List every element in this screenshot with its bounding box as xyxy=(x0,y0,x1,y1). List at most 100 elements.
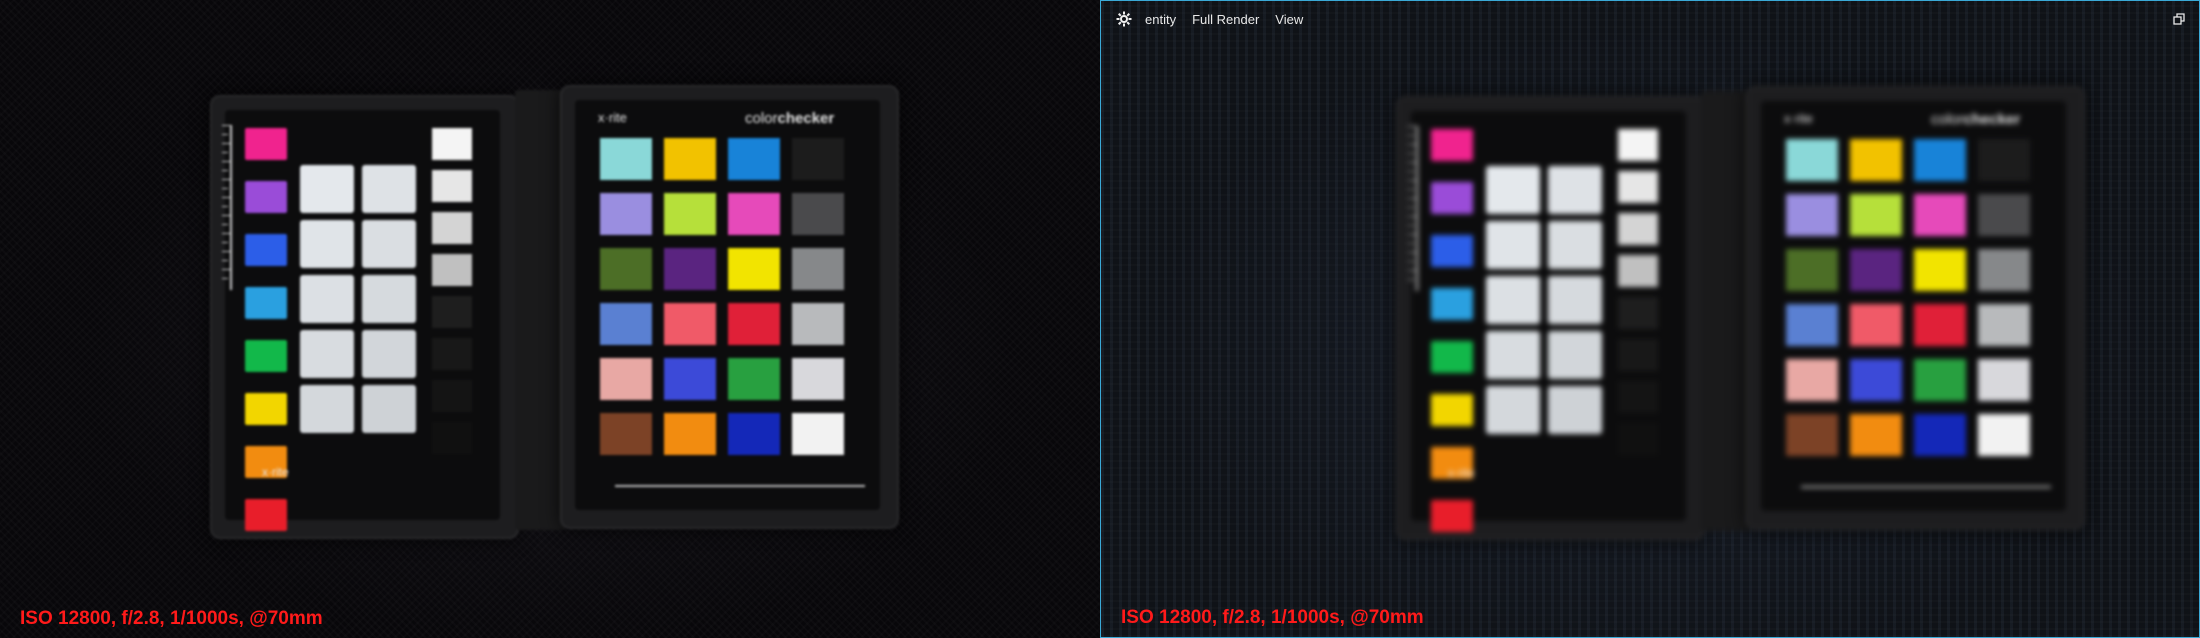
side-swatch xyxy=(245,128,287,160)
color-patch xyxy=(1978,304,2030,346)
white-step-patch xyxy=(1618,129,1658,161)
white-step-patch xyxy=(432,170,472,202)
color-patch xyxy=(1978,139,2030,181)
ruler-tick xyxy=(1408,171,1414,172)
ruler-tick xyxy=(222,179,232,180)
ruler-tick xyxy=(1408,225,1414,226)
logo-light-text: color xyxy=(1931,111,1964,128)
color-patch xyxy=(1914,194,1966,236)
side-swatch xyxy=(1431,500,1473,532)
white-step-patch xyxy=(1618,423,1658,455)
white-balance-tile xyxy=(362,220,416,268)
color-patch xyxy=(1978,194,2030,236)
color-patch xyxy=(1850,194,1902,236)
ruler-tick xyxy=(1408,198,1418,199)
side-swatch xyxy=(245,340,287,372)
white-balance-tile xyxy=(1486,166,1540,214)
color-patch xyxy=(792,413,844,455)
render-viewport-panel[interactable]: x·rite colorchecker x·rite entity Full Ren… xyxy=(1100,0,2200,638)
color-patch xyxy=(600,248,652,290)
white-balance-tile xyxy=(362,330,416,378)
side-swatch xyxy=(245,287,287,319)
ruler-tick xyxy=(222,278,228,279)
ruler-tick xyxy=(1408,162,1418,163)
color-patch xyxy=(664,138,716,180)
viewport-toolbar: entity Full Render View xyxy=(1101,1,2199,37)
ruler-tick xyxy=(1408,279,1414,280)
color-patch xyxy=(1850,414,1902,456)
ruler-tick xyxy=(222,215,232,216)
ruler-tick xyxy=(1408,126,1418,127)
ruler-tick xyxy=(222,233,232,234)
color-patch xyxy=(1978,249,2030,291)
ruler-tick xyxy=(222,125,232,126)
white-step-patch xyxy=(1618,339,1658,371)
color-patch xyxy=(1786,139,1838,181)
white-balance-tile xyxy=(362,275,416,323)
color-patch xyxy=(792,358,844,400)
color-patch xyxy=(1914,414,1966,456)
left-image-panel: x·rite colorchecker x·rite ISO 12800, f/2.… xyxy=(0,0,1100,638)
ruler-tick xyxy=(1408,135,1414,136)
ruler-tick xyxy=(1408,270,1418,271)
ruler-tick xyxy=(222,170,228,171)
color-patch xyxy=(1914,359,1966,401)
ruler-tick xyxy=(222,251,232,252)
color-patch xyxy=(1786,249,1838,291)
color-patch xyxy=(792,303,844,345)
white-balance-tile xyxy=(300,330,354,378)
color-patch xyxy=(728,303,780,345)
color-patch xyxy=(1786,359,1838,401)
color-patch xyxy=(1786,414,1838,456)
white-balance-tile xyxy=(362,385,416,433)
colorchecker-logo: colorchecker xyxy=(745,110,834,127)
white-step-patch xyxy=(432,128,472,160)
side-swatch xyxy=(1431,288,1473,320)
ruler-tick xyxy=(222,143,232,144)
color-patch xyxy=(728,138,780,180)
logo-light-text: color xyxy=(745,110,778,127)
xrite-bottom-logo: x·rite xyxy=(1448,466,1475,480)
exif-caption: ISO 12800, f/2.8, 1/1000s, @70mm xyxy=(20,608,323,629)
ruler-tick xyxy=(1408,252,1418,253)
white-balance-tile xyxy=(362,165,416,213)
color-patch xyxy=(600,303,652,345)
white-balance-tile xyxy=(1548,221,1602,269)
ruler-tick xyxy=(222,188,228,189)
gear-icon[interactable] xyxy=(1111,6,1137,32)
color-patch xyxy=(1914,249,1966,291)
ruler-tick xyxy=(1408,207,1414,208)
white-step-patch xyxy=(432,422,472,454)
white-balance-tile xyxy=(300,165,354,213)
white-balance-tile xyxy=(300,220,354,268)
exif-caption: ISO 12800, f/2.8, 1/1000s, @70mm xyxy=(1121,607,1424,628)
xrite-bottom-logo: x·rite xyxy=(262,465,289,479)
ruler-tick xyxy=(1408,153,1414,154)
ruler-tick xyxy=(222,161,232,162)
color-patch xyxy=(600,138,652,180)
color-patch xyxy=(792,193,844,235)
menu-full-render[interactable]: Full Render xyxy=(1184,12,1267,27)
side-swatch xyxy=(245,181,287,213)
restore-window-icon[interactable] xyxy=(2169,9,2189,29)
xrite-logo: x·rite xyxy=(598,110,627,125)
side-swatch xyxy=(1431,182,1473,214)
menu-view[interactable]: View xyxy=(1267,12,1311,27)
white-step-patch xyxy=(432,380,472,412)
color-patch xyxy=(792,138,844,180)
white-step-patch xyxy=(1618,381,1658,413)
color-patch xyxy=(664,248,716,290)
side-swatch xyxy=(245,393,287,425)
color-patch xyxy=(1978,414,2030,456)
ruler-scale xyxy=(1416,126,1418,291)
white-step-patch xyxy=(1618,255,1658,287)
ruler-tick xyxy=(1408,189,1414,190)
ruler-tick xyxy=(1408,180,1418,181)
ruler-scale xyxy=(230,125,232,290)
white-step-patch xyxy=(1618,213,1658,245)
side-swatch xyxy=(1431,341,1473,373)
menu-entity[interactable]: entity xyxy=(1137,12,1184,27)
color-patch xyxy=(664,413,716,455)
side-swatch xyxy=(1431,129,1473,161)
white-balance-tile xyxy=(1548,276,1602,324)
